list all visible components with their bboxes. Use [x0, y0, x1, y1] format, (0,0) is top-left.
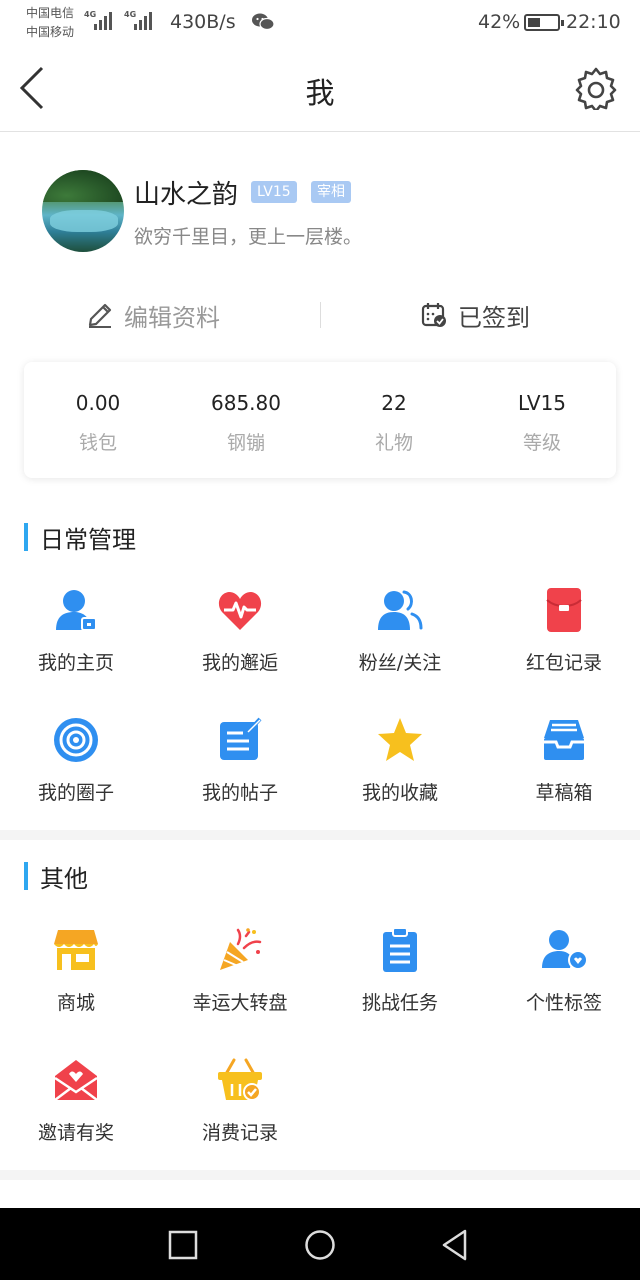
red-packet-icon	[546, 588, 582, 632]
edit-profile-button[interactable]: 编辑资料	[86, 290, 220, 340]
user-signature: 欲穷千里目，更上一层楼。	[134, 226, 363, 248]
menu-label: 我的圈子	[37, 782, 114, 804]
section-accent-bar	[24, 862, 28, 890]
circle-target-icon	[54, 718, 98, 762]
profile-actions: 编辑资料 已签到	[0, 290, 640, 340]
title-badge: 宰相	[311, 181, 351, 203]
section-accent-bar	[24, 523, 28, 551]
pencil-icon	[88, 303, 112, 328]
checkin-button[interactable]: 已签到	[420, 290, 530, 340]
drafts-box-icon	[544, 720, 584, 760]
menu-label: 我的邂逅	[201, 652, 278, 674]
menu-my-favorites[interactable]: 我的收藏	[320, 716, 480, 826]
menu-label: 邀请有奖	[37, 1122, 114, 1144]
invite-envelope-icon	[54, 1060, 98, 1101]
stat-coins[interactable]: 685.80 钢镚	[172, 362, 320, 478]
stat-value: 0.00	[75, 391, 121, 415]
username: 山水之韵	[134, 180, 239, 210]
section-other-label: 其他	[40, 864, 88, 893]
section-daily-title: 日常管理	[24, 522, 136, 554]
menu-invite-rewards[interactable]: 邀请有奖	[0, 1056, 156, 1166]
menu-label: 我的主页	[37, 652, 114, 674]
net-speed: 430B/s	[170, 11, 236, 33]
stat-gifts[interactable]: 22 礼物	[320, 362, 468, 478]
carrier-2: 中国移动	[26, 25, 75, 39]
carrier-1: 中国电信	[26, 6, 75, 20]
menu-red-packet-records[interactable]: 红包记录	[484, 586, 640, 696]
battery-icon	[524, 14, 564, 31]
menu-personal-tags[interactable]: 个性标签	[484, 926, 640, 1036]
menu-label: 草稿箱	[535, 782, 593, 804]
user-home-icon	[56, 590, 97, 631]
level-badge: LV15	[251, 181, 297, 203]
page-title: 我	[305, 76, 335, 110]
menu-spending-records[interactable]: 消费记录	[160, 1056, 320, 1166]
stat-value: 685.80	[211, 391, 281, 415]
gear-icon[interactable]	[574, 66, 618, 110]
menu-label: 商城	[56, 992, 95, 1014]
menu-drafts[interactable]: 草稿箱	[484, 716, 640, 826]
post-edit-icon	[220, 717, 262, 760]
menu-label: 粉丝/关注	[358, 652, 442, 674]
stat-label: 等级	[522, 432, 561, 454]
clipboard-icon	[383, 927, 417, 972]
menu-my-encounters[interactable]: 我的邂逅	[160, 586, 320, 696]
stat-wallet[interactable]: 0.00 钱包	[24, 362, 172, 478]
menu-label: 红包记录	[525, 652, 602, 674]
back-triangle-icon[interactable]	[439, 1228, 473, 1262]
wechat-icon	[252, 13, 275, 31]
menu-my-homepage[interactable]: 我的主页	[0, 586, 156, 696]
menu-fans-follow[interactable]: 粉丝/关注	[320, 586, 480, 696]
carrier-info: 中国电信 中国移动	[26, 4, 74, 42]
home-circle-icon[interactable]	[303, 1228, 337, 1262]
menu-shop[interactable]: 商城	[0, 926, 156, 1036]
star-icon	[378, 718, 422, 761]
menu-label: 个性标签	[525, 992, 602, 1014]
stat-label: 礼物	[374, 432, 413, 454]
recent-apps-icon[interactable]	[166, 1228, 200, 1262]
top-nav-bar: 我	[0, 46, 640, 132]
party-popper-icon	[220, 928, 262, 970]
stat-label: 钢镚	[226, 432, 265, 454]
shop-icon	[54, 930, 98, 970]
menu-my-posts[interactable]: 我的帖子	[160, 716, 320, 826]
basket-icon	[218, 1058, 262, 1101]
menu-label: 我的收藏	[361, 782, 438, 804]
heart-pulse-icon	[218, 592, 262, 630]
menu-lucky-wheel[interactable]: 幸运大转盘	[160, 926, 320, 1036]
stat-level[interactable]: LV15 等级	[468, 362, 616, 478]
stats-card: 0.00 钱包 685.80 钢镚 22 礼物 LV15 等级	[24, 362, 616, 478]
battery-percent: 42%	[478, 11, 521, 33]
stat-value: 22	[381, 391, 407, 415]
section-divider	[0, 1170, 640, 1180]
user-tag-icon	[542, 930, 588, 970]
calendar-check-icon	[421, 303, 446, 327]
status-bar: 中国电信 中国移动 4G 4G 430B/s 42% 22:10	[0, 0, 640, 46]
section-divider	[0, 830, 640, 840]
menu-challenge-tasks[interactable]: 挑战任务	[320, 926, 480, 1036]
menu-label: 消费记录	[201, 1122, 278, 1144]
stat-label: 钱包	[78, 432, 117, 454]
checkin-label: 已签到	[458, 303, 530, 332]
avatar[interactable]	[42, 170, 124, 252]
system-nav-bar	[0, 1208, 640, 1280]
section-other-title: 其他	[24, 861, 88, 893]
menu-label: 挑战任务	[361, 992, 438, 1014]
clock: 22:10	[566, 11, 621, 33]
edit-profile-label: 编辑资料	[124, 303, 220, 332]
menu-label: 幸运大转盘	[192, 992, 288, 1014]
action-divider	[320, 302, 321, 328]
menu-my-circles[interactable]: 我的圈子	[0, 716, 156, 826]
section-daily-label: 日常管理	[40, 525, 136, 554]
stat-value: LV15	[517, 391, 567, 415]
menu-label: 我的帖子	[201, 782, 278, 804]
fans-icon	[378, 590, 423, 630]
